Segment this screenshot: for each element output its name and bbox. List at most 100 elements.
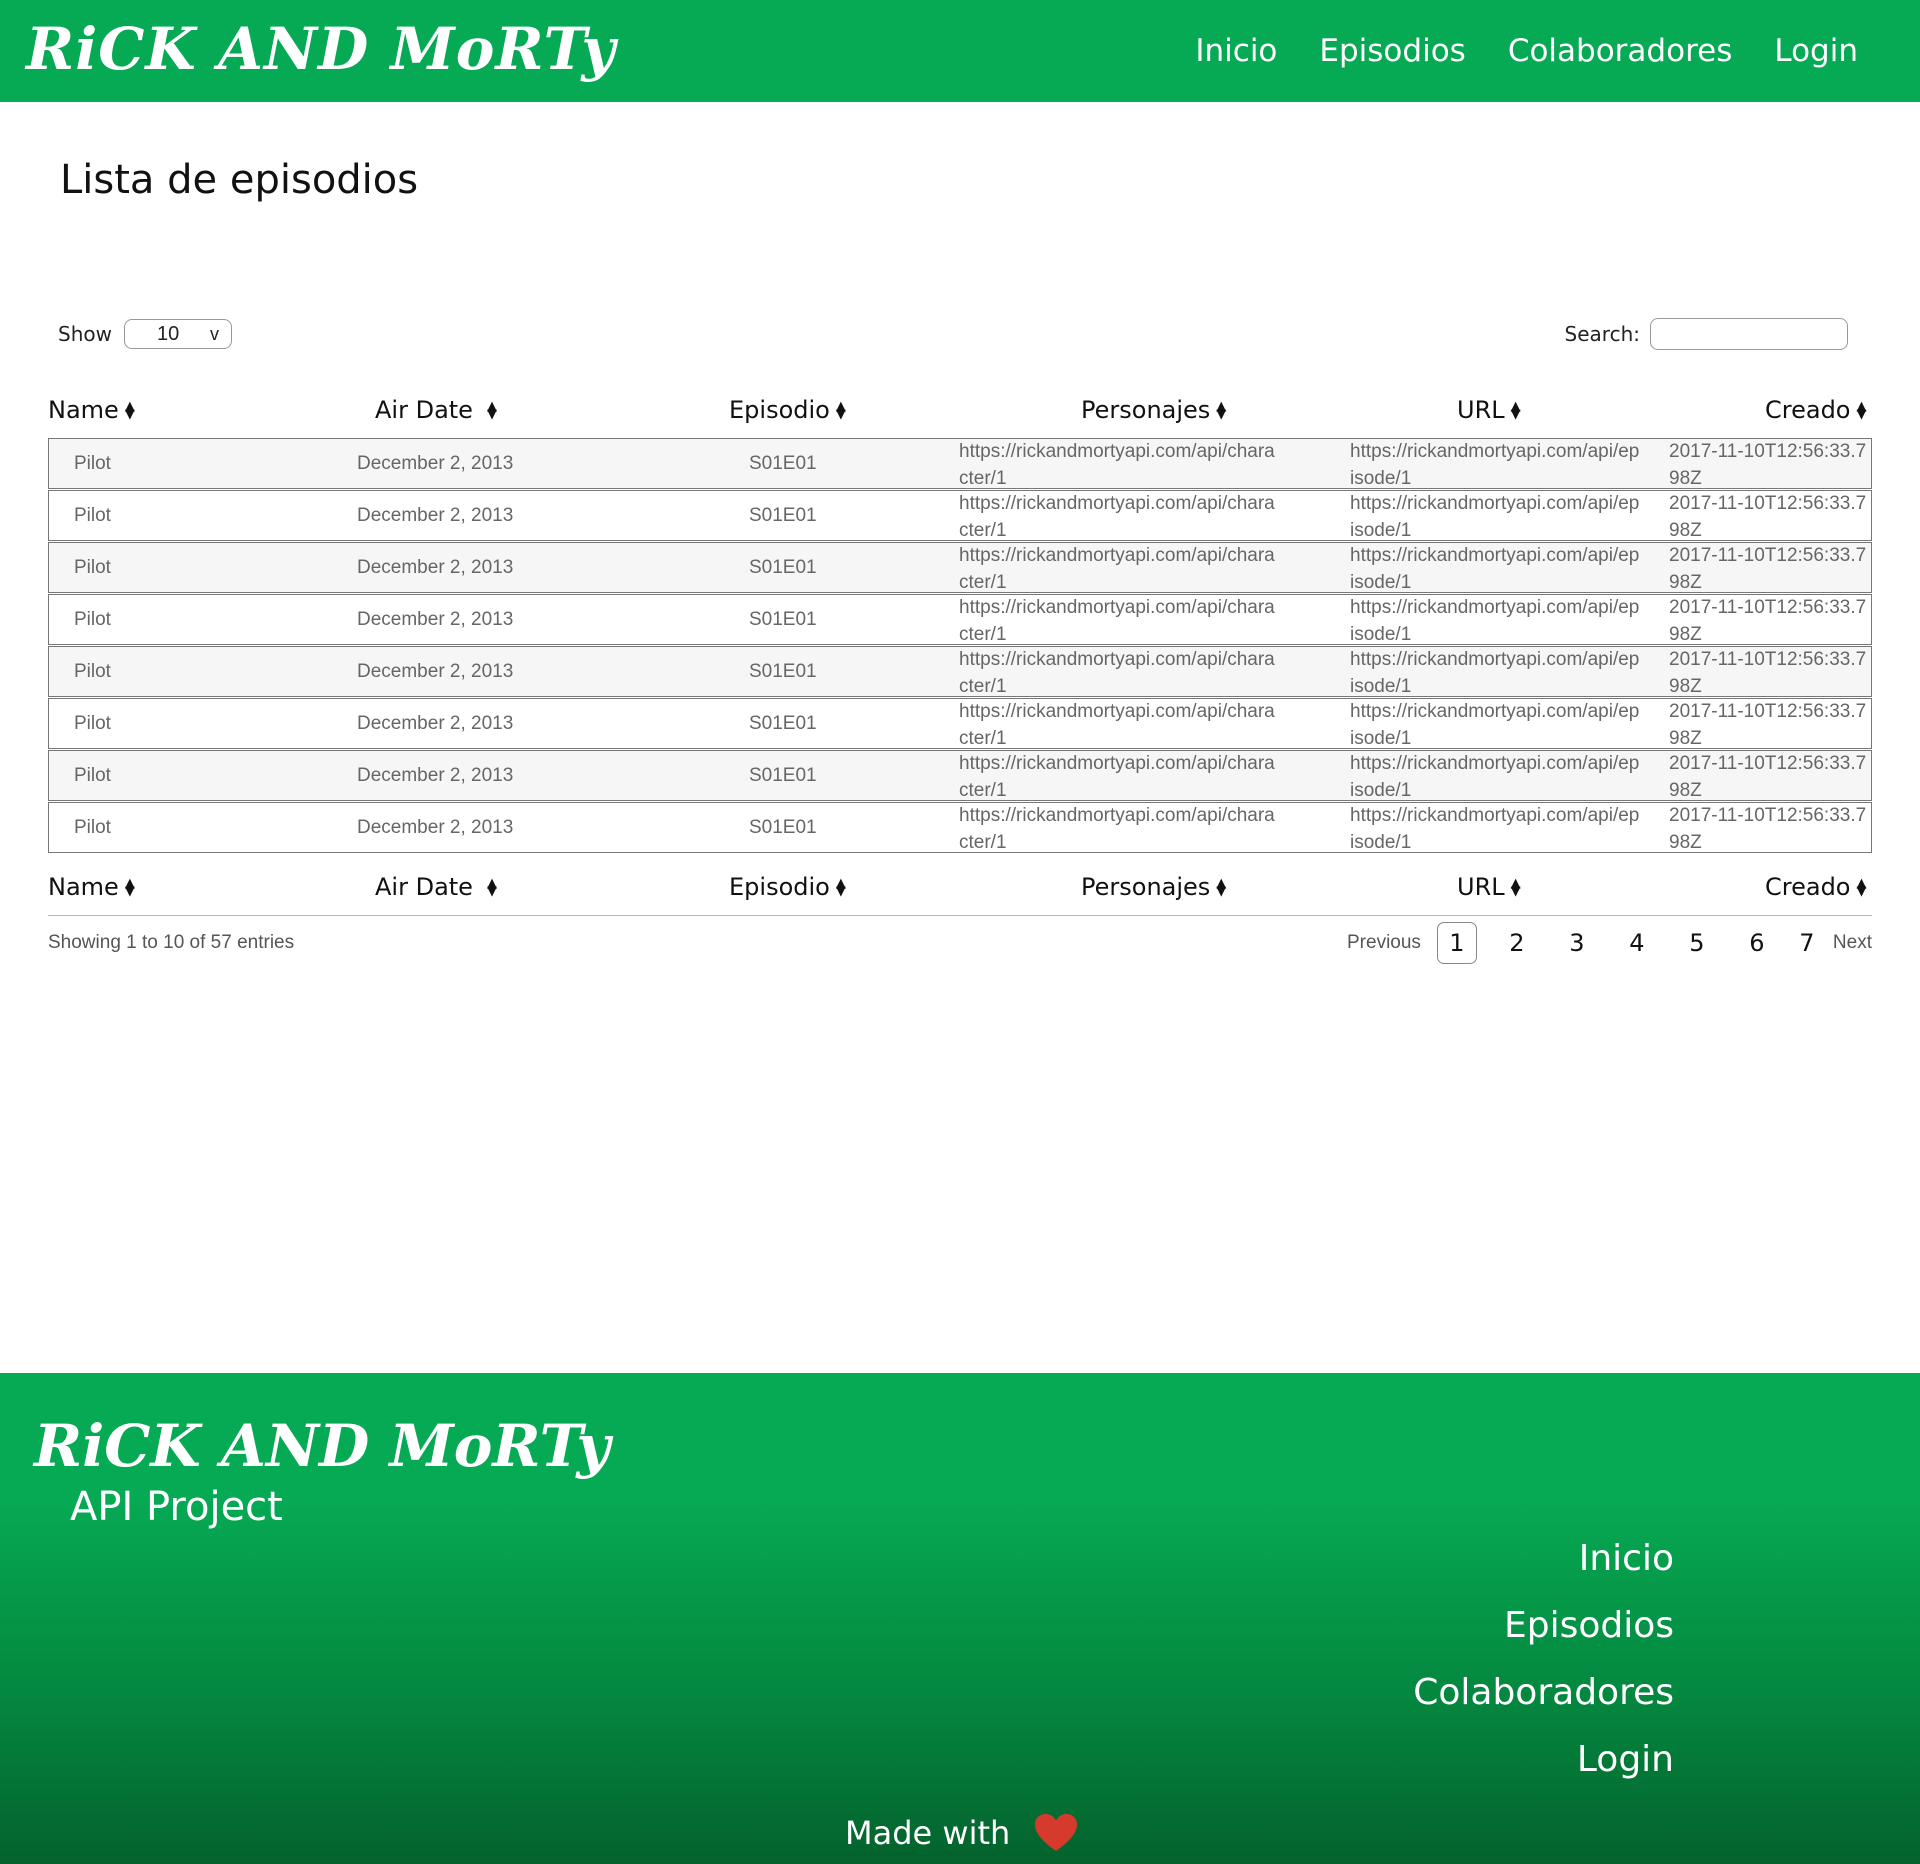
site-footer: RiCK AND MoRTy API Project Inicio Episod…: [0, 1373, 1920, 1864]
cell-name: Pilot: [74, 817, 111, 838]
column-header-label: URL: [1457, 873, 1505, 901]
cell-url: https://rickandmortyapi.com/api/episode/…: [1350, 805, 1640, 853]
sort-icon: ▲ ▼: [1856, 399, 1867, 422]
column-header-creado[interactable]: Creado ▲ ▼: [1765, 388, 1867, 432]
footer-link-episodios[interactable]: Episodios: [1413, 1592, 1674, 1659]
table-row[interactable]: Pilot December 2, 2013 S01E01 https://ri…: [48, 438, 1872, 489]
cell-air-date: December 2, 2013: [357, 505, 514, 526]
table-row[interactable]: Pilot December 2, 2013 S01E01 https://ri…: [48, 542, 1872, 593]
cell-episode: S01E01: [749, 817, 817, 838]
footer-link-colaboradores[interactable]: Colaboradores: [1413, 1659, 1674, 1726]
cell-url: https://rickandmortyapi.com/api/episode/…: [1350, 545, 1640, 593]
made-with: Made with: [845, 1813, 1078, 1853]
column-header-creado[interactable]: Creado ▲ ▼: [1765, 865, 1867, 909]
column-header-label: Creado: [1765, 873, 1851, 901]
nav-link-inicio[interactable]: Inicio: [1195, 28, 1277, 74]
column-header-label: Personajes: [1081, 873, 1211, 901]
chevron-down-icon: v: [209, 324, 219, 344]
cell-created: 2017-11-10T12:56:33.798Z: [1669, 441, 1867, 489]
column-header-label: Air Date: [375, 396, 473, 424]
footer-logo[interactable]: RiCK AND MoRTy: [34, 1411, 610, 1481]
page-button-5[interactable]: 5: [1667, 922, 1727, 964]
footer-link-inicio[interactable]: Inicio: [1413, 1525, 1674, 1592]
page-button-3[interactable]: 3: [1547, 922, 1607, 964]
pagination-next[interactable]: Next: [1833, 932, 1872, 954]
sort-icon: ▲ ▼: [835, 876, 846, 899]
cell-created: 2017-11-10T12:56:33.798Z: [1669, 493, 1867, 541]
sort-icon: ▲ ▼: [124, 876, 135, 899]
pagination: Previous 1 2 3 4 5 6 7 Next: [1347, 922, 1872, 964]
cell-air-date: December 2, 2013: [357, 765, 514, 786]
column-header-name[interactable]: Name ▲ ▼: [48, 388, 135, 432]
footer-nav: Inicio Episodios Colaboradores Login: [1413, 1525, 1674, 1793]
table-header: Name ▲ ▼ Air Date ▲ ▼ Episodio ▲ ▼ Personajes ▲…: [48, 388, 1872, 432]
sort-icon: ▲ ▼: [486, 399, 497, 422]
column-header-url[interactable]: URL ▲ ▼: [1457, 388, 1521, 432]
column-header-label: Episodio: [729, 873, 830, 901]
search-input[interactable]: [1650, 318, 1848, 350]
cell-url: https://rickandmortyapi.com/api/episode/…: [1350, 441, 1640, 489]
page-button-1[interactable]: 1: [1436, 922, 1477, 964]
column-header-label: Name: [48, 873, 119, 901]
cell-air-date: December 2, 2013: [357, 453, 514, 474]
cell-characters: https://rickandmortyapi.com/api/characte…: [959, 649, 1275, 697]
cell-name: Pilot: [74, 453, 111, 474]
cell-created: 2017-11-10T12:56:33.798Z: [1669, 545, 1867, 593]
table-row[interactable]: Pilot December 2, 2013 S01E01 https://ri…: [48, 802, 1872, 853]
sort-icon: ▲ ▼: [1216, 399, 1227, 422]
column-header-episodio[interactable]: Episodio ▲ ▼: [729, 388, 846, 432]
page-button-7[interactable]: 7: [1787, 922, 1827, 964]
cell-air-date: December 2, 2013: [357, 609, 514, 630]
cell-url: https://rickandmortyapi.com/api/episode/…: [1350, 701, 1640, 749]
column-header-label: URL: [1457, 396, 1505, 424]
column-header-air-date[interactable]: Air Date ▲ ▼: [375, 388, 497, 432]
column-header-personajes[interactable]: Personajes ▲ ▼: [1081, 865, 1226, 909]
cell-characters: https://rickandmortyapi.com/api/characte…: [959, 597, 1275, 645]
made-with-text: Made with: [845, 1814, 1011, 1852]
column-header-air-date[interactable]: Air Date ▲ ▼: [375, 865, 497, 909]
nav-link-colaboradores[interactable]: Colaboradores: [1508, 28, 1733, 74]
top-nav: Inicio Episodios Colaboradores Login: [1195, 28, 1858, 74]
heart-icon: [1035, 1814, 1078, 1851]
entries-length-select[interactable]: 10 v: [123, 319, 232, 349]
pagination-previous[interactable]: Previous: [1347, 932, 1421, 954]
cell-created: 2017-11-10T12:56:33.798Z: [1669, 649, 1867, 697]
page-button-6[interactable]: 6: [1727, 922, 1787, 964]
cell-episode: S01E01: [749, 713, 817, 734]
table-row[interactable]: Pilot December 2, 2013 S01E01 https://ri…: [48, 594, 1872, 645]
cell-characters: https://rickandmortyapi.com/api/characte…: [959, 441, 1275, 489]
page-button-4[interactable]: 4: [1607, 922, 1667, 964]
column-header-personajes[interactable]: Personajes ▲ ▼: [1081, 388, 1226, 432]
cell-episode: S01E01: [749, 609, 817, 630]
sort-icon: ▲ ▼: [1216, 876, 1227, 899]
table-row[interactable]: Pilot December 2, 2013 S01E01 https://ri…: [48, 698, 1872, 749]
sort-icon: ▲ ▼: [1510, 876, 1521, 899]
column-header-label: Personajes: [1081, 396, 1211, 424]
column-header-url[interactable]: URL ▲ ▼: [1457, 865, 1521, 909]
nav-link-login[interactable]: Login: [1774, 28, 1858, 74]
sort-icon: ▲ ▼: [1510, 399, 1521, 422]
cell-episode: S01E01: [749, 557, 817, 578]
column-header-label: Name: [48, 396, 119, 424]
column-header-label: Air Date: [375, 873, 473, 901]
entries-length-control: Show 10 v: [58, 319, 232, 349]
cell-url: https://rickandmortyapi.com/api/episode/…: [1350, 597, 1640, 645]
nav-link-episodios[interactable]: Episodios: [1319, 28, 1465, 74]
table-info: Showing 1 to 10 of 57 entries: [48, 932, 295, 953]
table-row[interactable]: Pilot December 2, 2013 S01E01 https://ri…: [48, 646, 1872, 697]
cell-episode: S01E01: [749, 661, 817, 682]
table-row[interactable]: Pilot December 2, 2013 S01E01 https://ri…: [48, 490, 1872, 541]
footer-link-login[interactable]: Login: [1413, 1726, 1674, 1793]
column-header-name[interactable]: Name ▲ ▼: [48, 865, 135, 909]
cell-name: Pilot: [74, 609, 111, 630]
cell-url: https://rickandmortyapi.com/api/episode/…: [1350, 753, 1640, 801]
page-button-2[interactable]: 2: [1487, 922, 1547, 964]
cell-characters: https://rickandmortyapi.com/api/characte…: [959, 545, 1275, 593]
page-title: Lista de episodios: [60, 157, 419, 203]
cell-air-date: December 2, 2013: [357, 557, 514, 578]
table-row[interactable]: Pilot December 2, 2013 S01E01 https://ri…: [48, 750, 1872, 801]
logo[interactable]: RiCK AND MoRTy: [26, 14, 616, 84]
cell-name: Pilot: [74, 661, 111, 682]
column-header-episodio[interactable]: Episodio ▲ ▼: [729, 865, 846, 909]
cell-episode: S01E01: [749, 765, 817, 786]
